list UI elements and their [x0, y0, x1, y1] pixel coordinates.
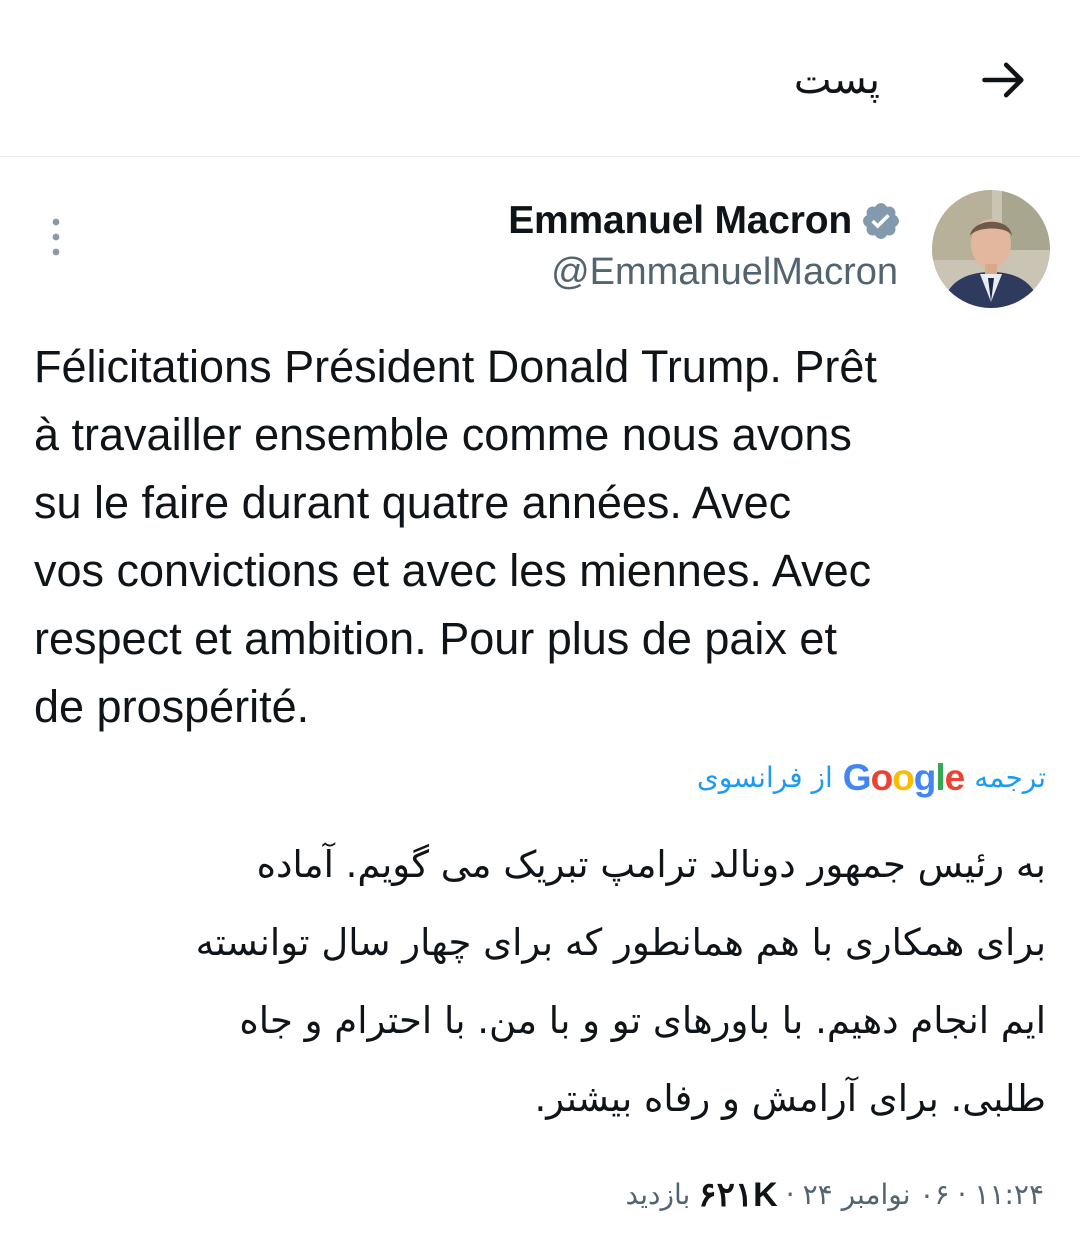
- translate-source-language: از فرانسوی: [696, 761, 833, 794]
- meta-separator: ·: [785, 1178, 795, 1211]
- author-name: Emmanuel Macron: [508, 199, 852, 242]
- tweet-date[interactable]: ۰۶ نوامبر ۲۴: [803, 1170, 950, 1220]
- author-handle[interactable]: @EmmanuelMacron: [551, 248, 898, 296]
- top-app-bar: پست: [0, 0, 1080, 157]
- tweet-time[interactable]: ۱۱:۲۴: [974, 1170, 1044, 1220]
- tweet-meta: ۱۱:۲۴ · ۰۶ نوامبر ۲۴ · ۶۲۱K بازدید: [626, 1170, 1044, 1220]
- back-button[interactable]: [978, 54, 1030, 106]
- avatar[interactable]: [932, 190, 1050, 308]
- views-count: ۶۲۱K: [698, 1176, 778, 1214]
- arrow-right-icon: [982, 62, 1024, 98]
- more-options-button[interactable]: [44, 214, 68, 260]
- translated-text: به رئیس جمهور دونالد ترامپ تبریک می گویم…: [195, 843, 1046, 1120]
- meta-separator: ·: [957, 1178, 967, 1211]
- translate-label: ترجمه: [974, 761, 1046, 794]
- author-name-row[interactable]: Emmanuel Macron: [508, 196, 902, 246]
- translation-attribution[interactable]: ترجمه Google از فرانسوی: [697, 754, 1046, 802]
- google-logo: Google: [842, 757, 965, 798]
- verified-badge-icon: [863, 203, 899, 239]
- tweet-text: Félicitations Président Donald Trump. Pr…: [34, 341, 877, 732]
- avatar-photo: [932, 190, 1050, 308]
- page-title: پست: [793, 57, 880, 103]
- more-vertical-icon: [52, 218, 60, 256]
- views-label: بازدید: [625, 1178, 691, 1211]
